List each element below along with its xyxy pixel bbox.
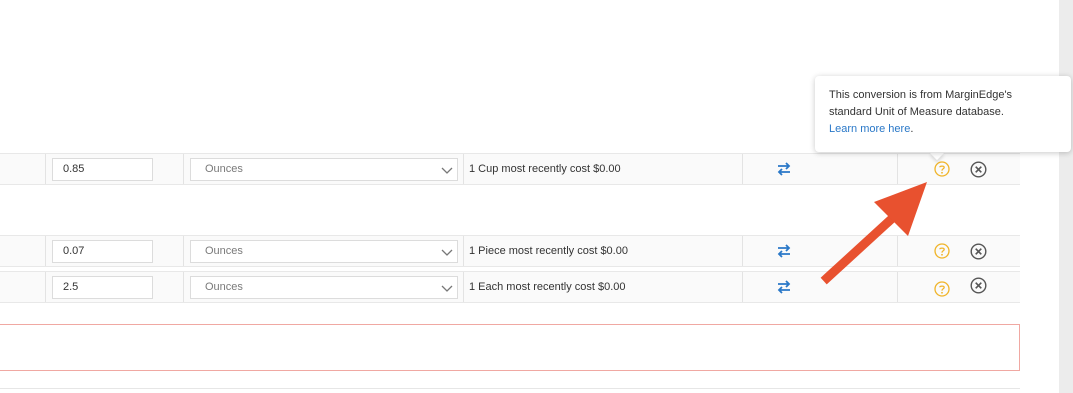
annotation-arrow (820, 182, 927, 285)
